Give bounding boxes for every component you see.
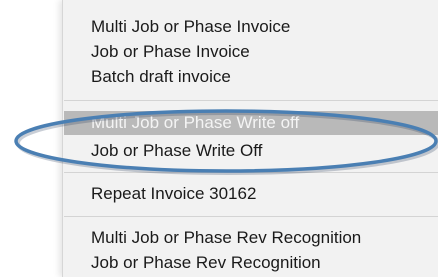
menu-separator xyxy=(64,216,438,217)
menu-item-multi-job-or-phase-invoice[interactable]: Multi Job or Phase Invoice xyxy=(64,15,438,39)
context-menu: Multi Job or Phase Invoice Job or Phase … xyxy=(62,0,438,277)
menu-item-multi-job-or-phase-rev-recognition[interactable]: Multi Job or Phase Rev Recognition xyxy=(64,226,438,250)
menu-item-label: Job or Phase Invoice xyxy=(91,42,250,61)
menu-item-label: Job or Phase Write Off xyxy=(91,141,263,160)
menu-item-label: Job or Phase Rev Recognition xyxy=(91,253,321,272)
screenshot-stage: Multi Job or Phase Invoice Job or Phase … xyxy=(0,0,438,277)
menu-item-job-or-phase-invoice[interactable]: Job or Phase Invoice xyxy=(64,40,438,64)
menu-item-job-or-phase-rev-recognition[interactable]: Job or Phase Rev Recognition xyxy=(64,251,438,275)
menu-item-batch-draft-invoice[interactable]: Batch draft invoice xyxy=(64,65,438,89)
menu-item-multi-job-or-phase-write-off[interactable]: Multi Job or Phase Write off xyxy=(64,111,438,135)
menu-item-job-or-phase-write-off[interactable]: Job or Phase Write Off xyxy=(64,139,438,163)
menu-item-label: Repeat Invoice 30162 xyxy=(91,184,257,203)
menu-item-label: Multi Job or Phase Rev Recognition xyxy=(91,228,362,247)
menu-separator xyxy=(64,172,438,173)
menu-item-repeat-invoice[interactable]: Repeat Invoice 30162 xyxy=(64,182,438,206)
menu-separator xyxy=(64,100,438,101)
menu-item-label: Batch draft invoice xyxy=(91,67,231,86)
menu-item-label: Multi Job or Phase Write off xyxy=(91,113,300,132)
menu-item-label: Multi Job or Phase Invoice xyxy=(91,17,291,36)
